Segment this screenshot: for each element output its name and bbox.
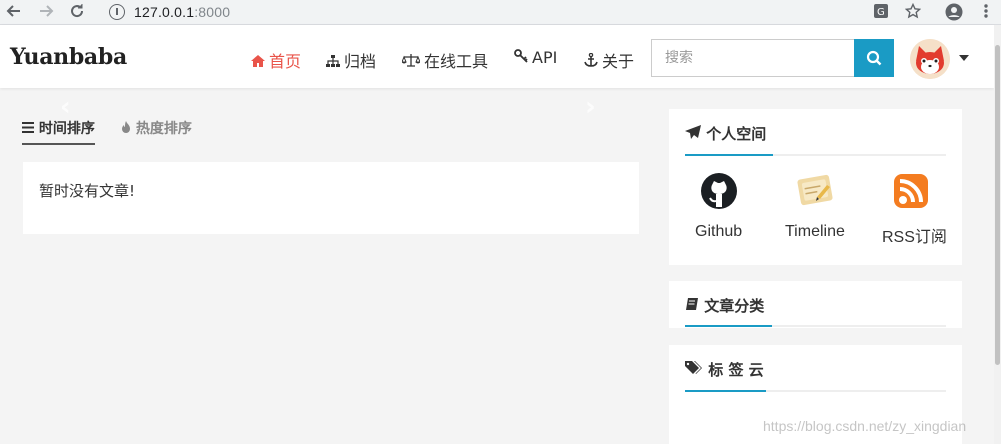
svg-text:G: G [877,7,885,18]
browser-menu-icon[interactable] [976,3,996,23]
widget-title-tags: 标 签 云 [685,359,764,380]
timeline-link[interactable] [770,171,860,215]
translate-icon[interactable]: G [871,3,891,23]
widget-divider [685,390,946,392]
widget-categories: 文章分类 [669,281,962,328]
address-url[interactable]: 127.0.0.1:8000 [134,4,230,20]
site-navbar: Yuanbaba 首页 归档 在线工具 API 关于 搜索 [0,25,994,88]
list-icon [22,121,39,137]
page-scrollbar[interactable] [994,25,1001,444]
search-input[interactable]: 搜索 [651,39,855,77]
nav-item-api[interactable]: API [514,48,557,67]
watermark: https://blog.csdn.net/zy_xingdian [763,418,967,434]
widget-divider [685,154,946,156]
home-icon [251,55,265,71]
nav-item-about[interactable]: 关于 [584,48,634,72]
rss-link[interactable] [866,171,956,215]
tags-icon [685,361,708,379]
back-icon[interactable] [4,3,24,23]
github-label[interactable]: Github [695,223,742,241]
browser-toolbar: 127.0.0.1:8000 G [0,0,1001,25]
profile-icon[interactable] [944,3,964,23]
fire-icon [121,121,136,137]
forward-icon[interactable] [36,3,56,23]
nav-item-home[interactable]: 首页 [251,48,301,72]
search-button[interactable] [854,39,894,77]
key-icon [514,49,528,67]
tab-hot-sort[interactable]: 热度排序 [121,118,192,138]
carousel-next-icon[interactable]: › [585,92,596,122]
sitemap-icon [326,55,340,71]
reload-icon[interactable] [67,3,87,23]
github-link[interactable] [674,171,764,215]
avatar[interactable] [910,39,950,79]
widget-title-categories: 文章分类 [685,295,764,316]
active-tab-indicator [22,143,95,145]
anchor-icon [584,52,598,71]
rss-icon [894,174,928,208]
bookmark-star-icon[interactable] [903,2,923,23]
widget-personal-space: 个人空间 Github Timeline RSS订阅 [669,109,962,265]
tab-time-sort[interactable]: 时间排序 [22,118,95,138]
timeline-icon [797,174,833,206]
empty-message: 暂时没有文章! [39,182,136,200]
rss-label[interactable]: RSS订阅 [882,223,947,247]
search-icon [866,50,882,66]
article-list: 暂时没有文章! [23,162,639,234]
site-info-icon[interactable] [109,4,125,20]
balance-scale-icon [401,54,421,71]
widget-divider [685,325,946,327]
fox-avatar-icon [910,39,950,79]
github-icon [701,173,737,209]
nav-item-archive[interactable]: 归档 [326,48,376,72]
timeline-label[interactable]: Timeline [785,223,845,241]
book-icon [685,297,704,315]
widget-title-personal: 个人空间 [685,123,766,144]
scrollbar-thumb[interactable] [995,45,1000,365]
nav-item-tools[interactable]: 在线工具 [401,48,488,72]
site-brand[interactable]: Yuanbaba [10,44,127,70]
paper-plane-icon [685,125,706,143]
chevron-down-icon[interactable] [959,55,969,61]
